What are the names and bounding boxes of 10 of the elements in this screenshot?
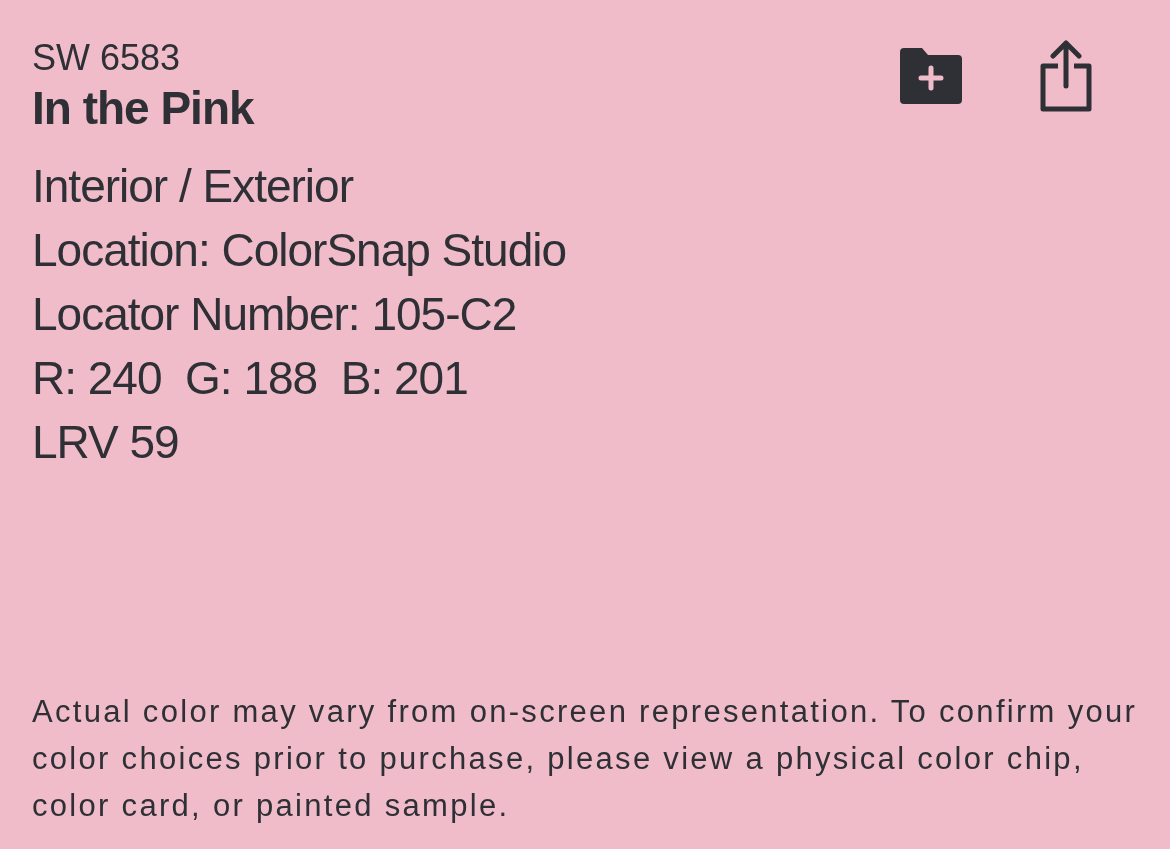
add-to-folder-icon[interactable] (900, 48, 962, 104)
detail-line: Locator Number: 105-C2 (32, 287, 517, 342)
share-icon[interactable] (1038, 40, 1094, 112)
detail-line: R: 240 G: 188 B: 201 (32, 351, 468, 406)
color-name: In the Pink (32, 81, 254, 136)
detail-line: Location: ColorSnap Studio (32, 223, 567, 278)
color-code: SW 6583 (32, 36, 182, 80)
detail-line: Interior / Exterior (32, 159, 353, 214)
detail-line: LRV 59 (32, 415, 179, 470)
disclaimer: Actual color may vary from on-screen representation. To confirm your color choices prior to purchase, please view a physical color chip, color card, or painted sample. (32, 693, 1139, 825)
